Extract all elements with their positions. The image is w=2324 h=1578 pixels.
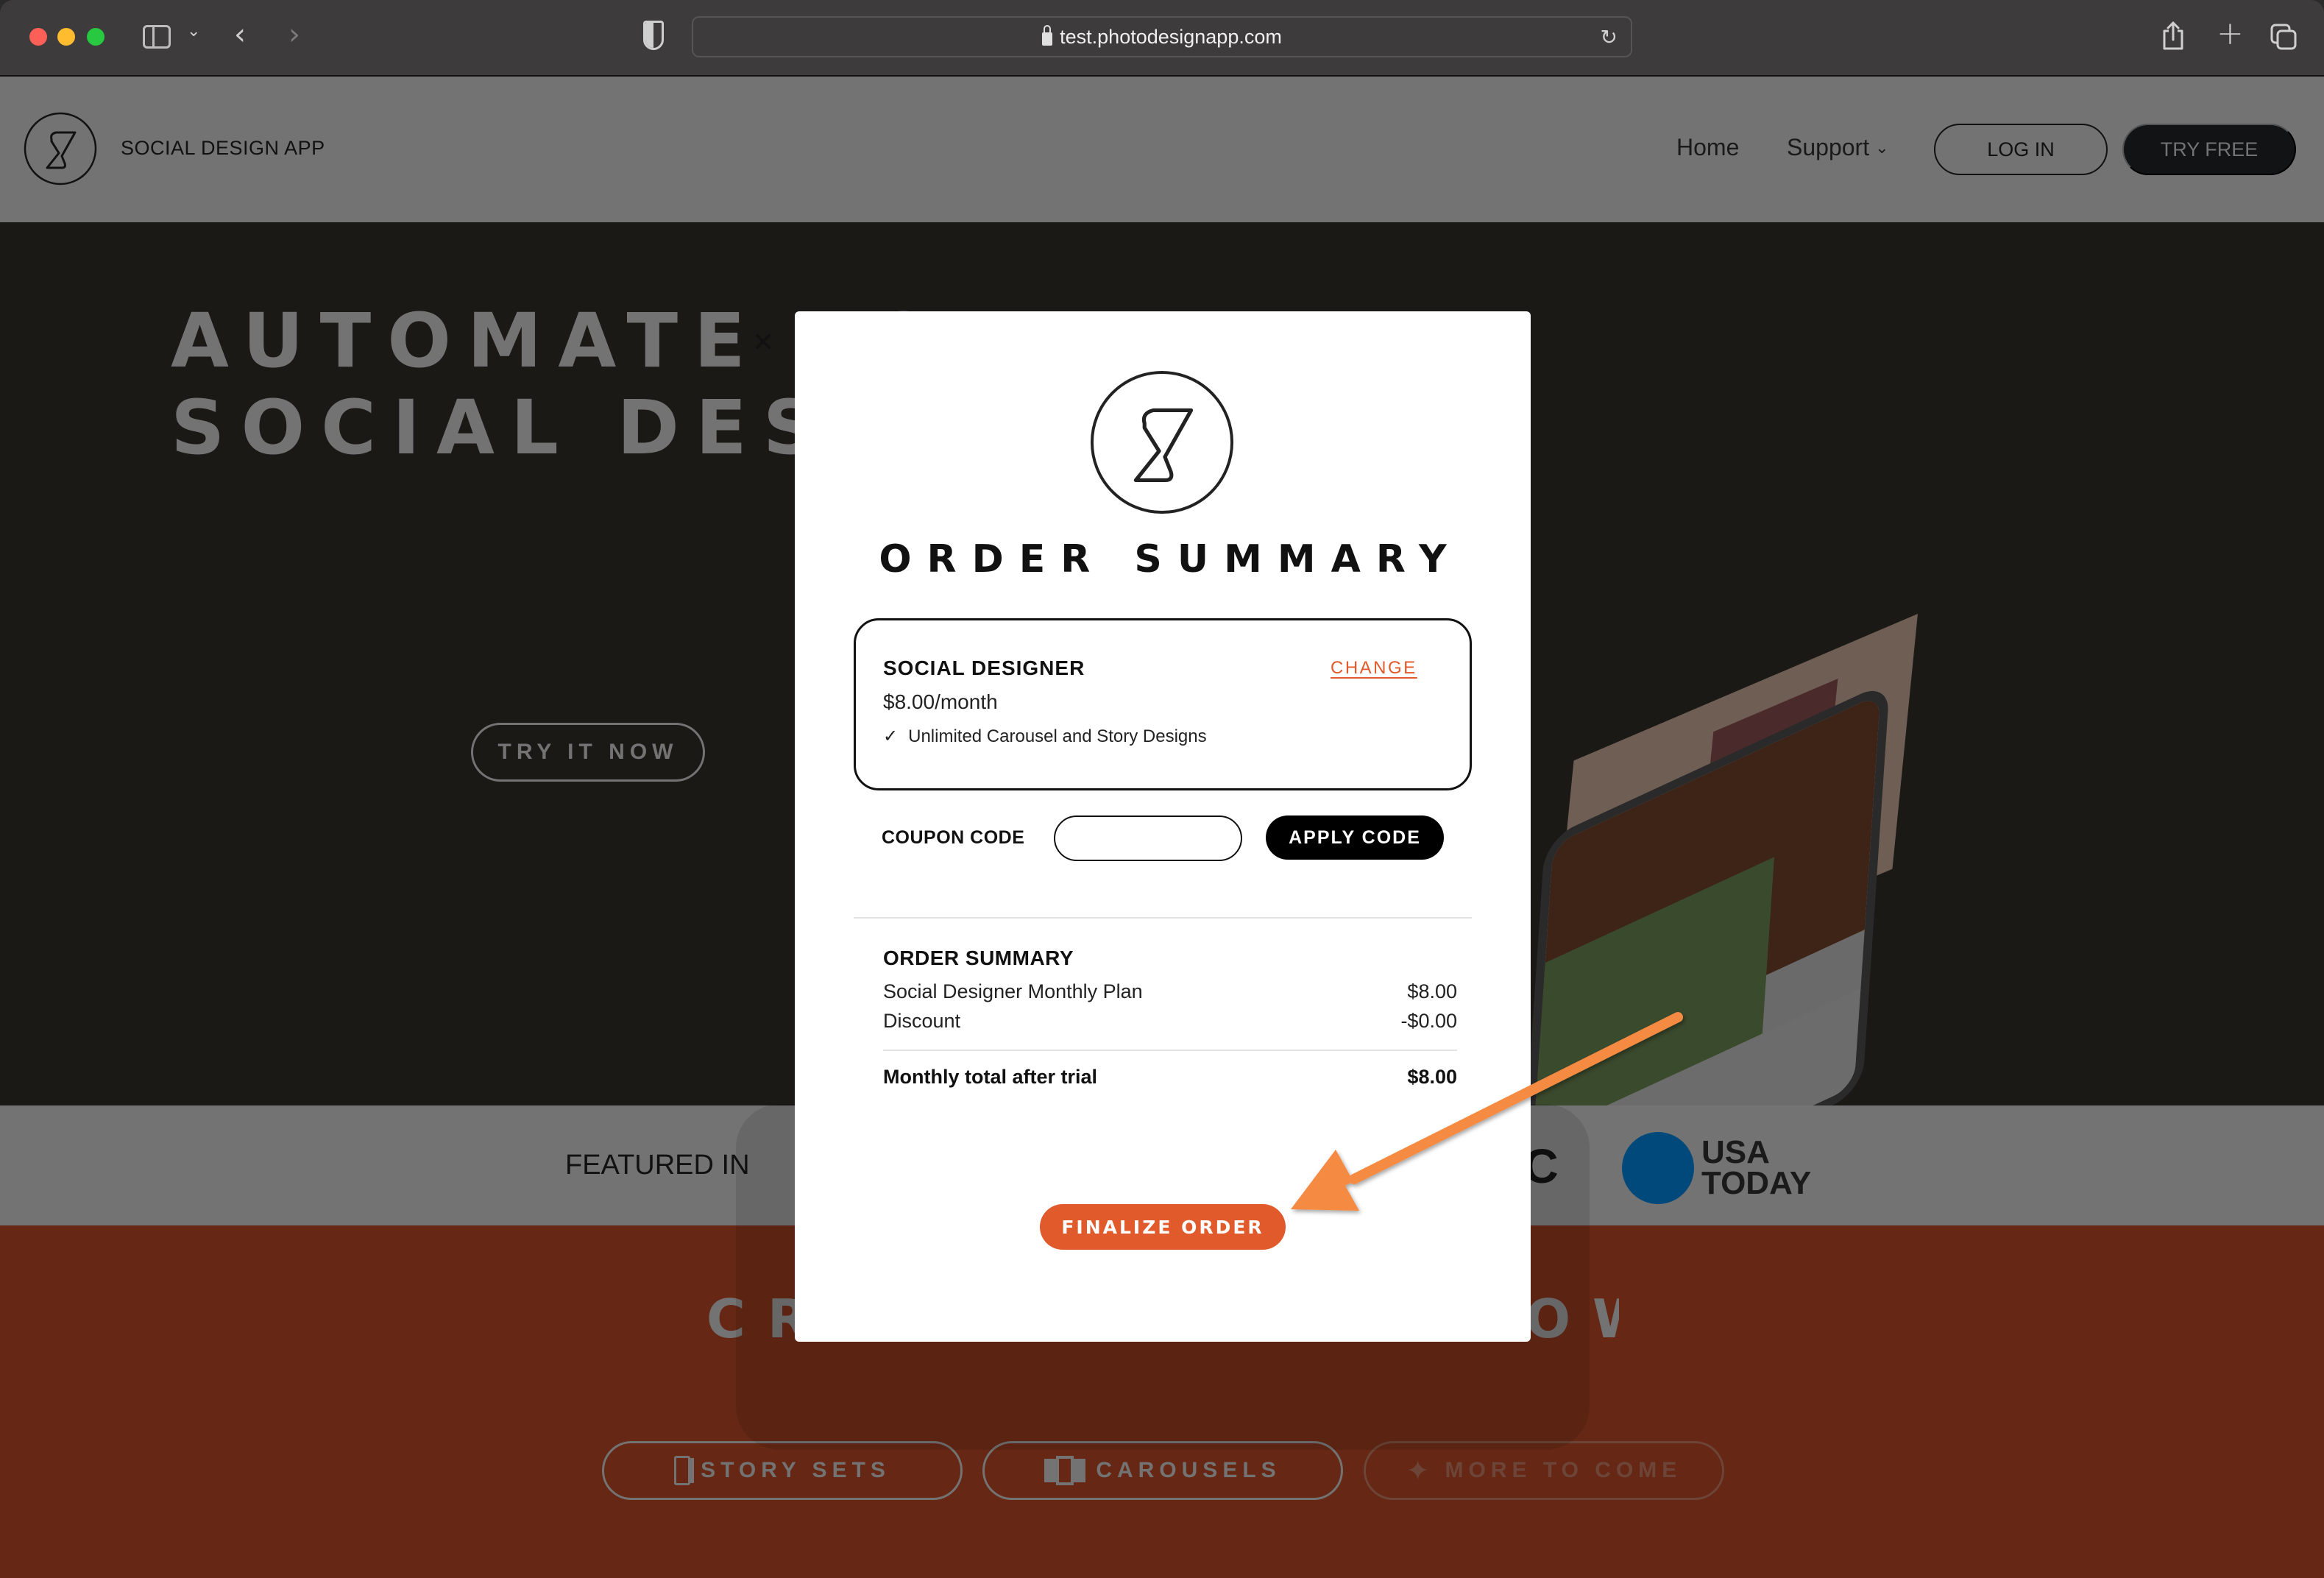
close-modal-button[interactable]: ✕ <box>749 328 777 358</box>
lock-icon <box>1042 25 1053 46</box>
plan-name: SOCIAL DESIGNER <box>883 657 1085 679</box>
carousels-button[interactable]: CAROUSELS <box>982 1441 1343 1500</box>
more-to-come-button[interactable]: ✦ MORE TO COME <box>1364 1441 1724 1500</box>
checkmark-icon: ✓ <box>883 726 899 746</box>
try-free-button[interactable]: TRY FREE <box>2122 124 2296 175</box>
finalize-order-button[interactable]: FINALIZE ORDER <box>1040 1204 1286 1250</box>
summary-row-label: Discount <box>883 1010 961 1032</box>
usa-today-logo-text: USA TODAY <box>1701 1134 1812 1201</box>
share-icon[interactable] <box>2162 21 2184 50</box>
summary-row-amount: -$0.00 <box>1400 1010 1457 1032</box>
summary-total-row: Monthly total after trial $8.00 <box>883 1066 1457 1089</box>
chevron-down-icon: ⌄ <box>1875 138 1889 157</box>
brand-name[interactable]: SOCIAL DESIGN APP <box>121 137 325 160</box>
coupon-code-label: COUPON CODE <box>882 827 1025 848</box>
summary-row: Social Designer Monthly Plan $8.00 <box>883 980 1457 1003</box>
story-sets-button[interactable]: STORY SETS <box>602 1441 963 1500</box>
nav-support-menu[interactable]: Support ⌄ <box>1787 134 1889 161</box>
divider <box>883 1050 1457 1051</box>
plan-feature: ✓ Unlimited Carousel and Story Designs <box>883 726 1207 747</box>
modal-title: ORDER SUMMARY <box>879 537 1462 581</box>
tabs-overview-icon[interactable] <box>2270 24 2297 50</box>
change-plan-link[interactable]: CHANGE <box>1331 658 1417 679</box>
window-maximize-button[interactable] <box>87 28 104 46</box>
window-close-button[interactable] <box>29 28 47 46</box>
nav-home-link[interactable]: Home <box>1676 134 1739 161</box>
summary-total-label: Monthly total after trial <box>883 1066 1098 1088</box>
sparkle-icon: ✦ <box>1406 1454 1435 1487</box>
summary-row-amount: $8.00 <box>1407 980 1457 1002</box>
plus-icon[interactable]: + <box>2217 15 2244 52</box>
plan-price: $8.00/month <box>883 690 998 713</box>
summary-total-amount: $8.00 <box>1407 1066 1457 1088</box>
reload-icon[interactable]: ↻ <box>1601 25 1618 49</box>
login-button[interactable]: LOG IN <box>1934 124 2108 175</box>
url-text: test.photodesignapp.com <box>1060 25 1282 48</box>
forward-button[interactable]: › <box>288 18 300 52</box>
usa-today-logo-icon <box>1622 1132 1694 1204</box>
featured-in-label: FEATURED IN <box>565 1150 750 1181</box>
divider <box>854 917 1472 919</box>
address-bar[interactable]: test.photodesignapp.com ↻ <box>692 16 1632 57</box>
sidebar-icon[interactable] <box>143 25 171 49</box>
try-it-now-button[interactable]: TRY IT NOW <box>471 723 705 782</box>
apply-code-button[interactable]: APPLY CODE <box>1266 815 1444 860</box>
summary-heading: ORDER SUMMARY <box>883 947 1074 969</box>
summary-row-label: Social Designer Monthly Plan <box>883 980 1143 1002</box>
chevron-down-icon[interactable]: ⌄ <box>187 22 200 40</box>
shield-icon[interactable] <box>643 21 664 50</box>
more-to-come-label: MORE TO COME <box>1445 1458 1682 1482</box>
carousels-icon <box>1044 1456 1086 1485</box>
plan-feature-text: Unlimited Carousel and Story Designs <box>908 726 1207 746</box>
brand-logo-icon[interactable] <box>24 112 97 185</box>
brand-logo-icon <box>1089 369 1235 515</box>
back-button[interactable]: ‹ <box>234 18 246 52</box>
carousels-label: CAROUSELS <box>1096 1458 1281 1482</box>
coupon-code-input[interactable] <box>1054 815 1242 861</box>
window-minimize-button[interactable] <box>57 28 75 46</box>
story-sets-label: STORY SETS <box>701 1458 890 1482</box>
browser-toolbar: ⌄ ‹ › test.photodesignapp.com ↻ + <box>0 0 2324 77</box>
summary-row: Discount -$0.00 <box>883 1010 1457 1033</box>
nav-support-label: Support <box>1787 134 1870 160</box>
story-sets-icon <box>674 1456 691 1485</box>
